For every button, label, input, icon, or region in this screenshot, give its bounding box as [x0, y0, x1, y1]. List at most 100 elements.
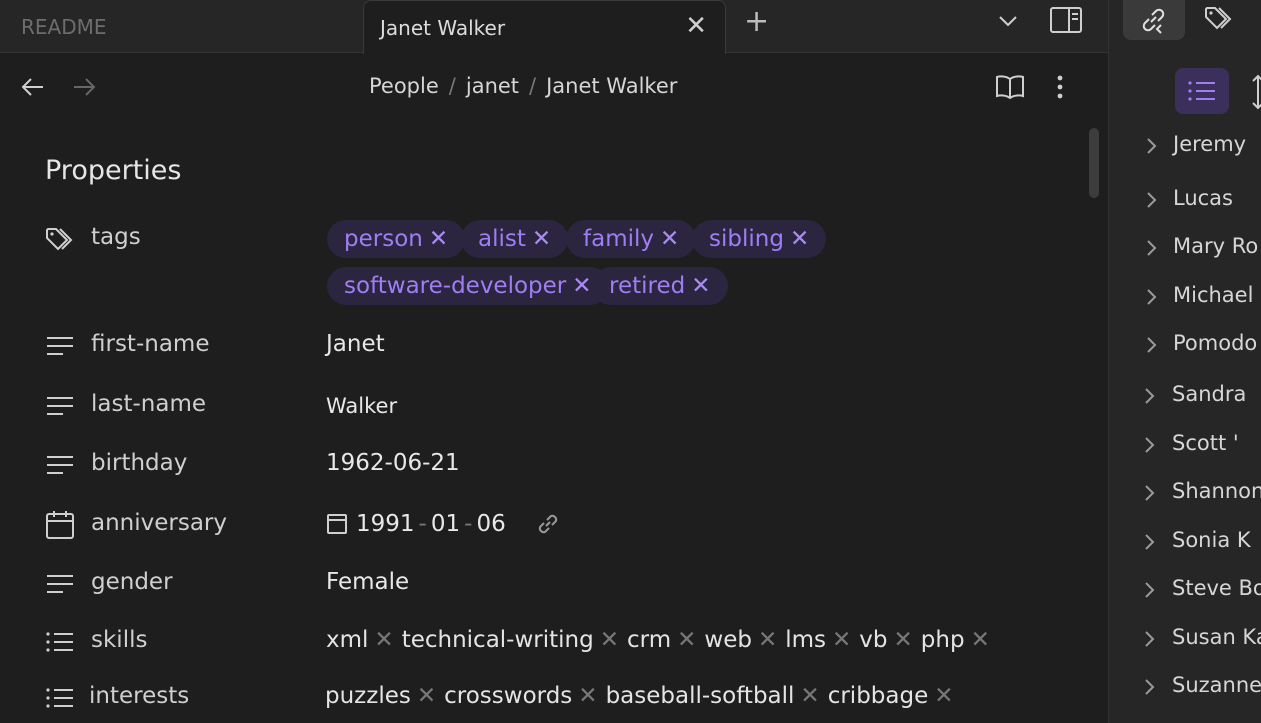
list-item[interactable]: lms: [785, 627, 826, 653]
expand-vertical-icon[interactable]: [1251, 74, 1261, 110]
list-item-label: Suzanne: [1172, 673, 1261, 697]
tab-janet-walker[interactable]: Janet Walker ✕: [363, 0, 726, 54]
date-month[interactable]: 01: [431, 511, 460, 537]
breadcrumb-item-people[interactable]: People: [369, 74, 439, 98]
backlinks-tab[interactable]: [1123, 0, 1185, 40]
remove-icon[interactable]: ✕: [600, 627, 619, 653]
breadcrumb: People / janet / Janet Walker: [369, 74, 677, 98]
calendar-icon[interactable]: [326, 512, 348, 536]
property-row-interests: interests puzzles ✕ crosswords ✕ baseball-so…: [0, 680, 1080, 720]
tag-pill[interactable]: sibling ✕: [692, 220, 827, 258]
list-item[interactable]: Pomodo: [1109, 327, 1261, 367]
breadcrumb-item-note[interactable]: Janet Walker: [546, 74, 677, 98]
list-icon: [46, 632, 73, 652]
remove-icon[interactable]: ✕: [691, 273, 710, 299]
property-key-birthday[interactable]: birthday: [91, 450, 187, 476]
remove-icon[interactable]: ✕: [417, 683, 436, 709]
property-value-anniversary[interactable]: 1991 - 01 - 06: [326, 510, 562, 538]
list-item[interactable]: Jeremy: [1109, 128, 1261, 168]
property-key-last-name[interactable]: last-name: [91, 391, 206, 417]
arrow-right-icon[interactable]: [71, 74, 97, 100]
tab-bar: README Janet Walker ✕ +: [0, 0, 1108, 54]
list-item[interactable]: Lucas: [1109, 182, 1261, 222]
list-item[interactable]: xml: [326, 627, 368, 653]
property-key-tags[interactable]: tags: [91, 224, 141, 250]
list-item[interactable]: crm: [627, 627, 671, 653]
list-item[interactable]: php: [921, 627, 965, 653]
new-tab-button[interactable]: +: [744, 4, 769, 39]
list-item-label: Steve Bo: [1172, 576, 1261, 600]
link-icon[interactable]: [534, 510, 562, 538]
tag-pill[interactable]: software-developer ✕: [327, 267, 609, 305]
list-item[interactable]: baseball-softball: [606, 683, 795, 709]
chevron-right-icon: [1147, 240, 1157, 256]
remove-icon[interactable]: ✕: [894, 627, 913, 653]
list-item[interactable]: technical-writing: [402, 627, 594, 653]
list-item[interactable]: Susan Ka: [1109, 621, 1261, 661]
date-year[interactable]: 1991: [356, 511, 415, 537]
list-item[interactable]: Sonia K: [1109, 524, 1261, 564]
breadcrumb-item-janet[interactable]: janet: [466, 74, 519, 98]
remove-icon[interactable]: ✕: [790, 226, 809, 252]
remove-icon[interactable]: ✕: [832, 627, 851, 653]
date-day[interactable]: 06: [476, 511, 505, 537]
breadcrumb-separator: /: [529, 74, 537, 98]
property-value-last-name[interactable]: Walker: [326, 394, 397, 418]
chevron-down-icon[interactable]: [995, 8, 1021, 34]
remove-icon[interactable]: ✕: [578, 683, 597, 709]
list-item[interactable]: cribbage: [828, 683, 929, 709]
property-value-gender[interactable]: Female: [326, 569, 409, 595]
sidebar-toggle-icon[interactable]: [1049, 6, 1083, 34]
property-key-anniversary[interactable]: anniversary: [91, 510, 227, 536]
property-key-gender[interactable]: gender: [91, 569, 173, 595]
tag-pill[interactable]: family ✕: [566, 220, 697, 258]
list-item[interactable]: Scott ': [1109, 427, 1261, 467]
arrow-left-icon[interactable]: [20, 74, 46, 100]
property-value-skills: xml ✕ technical-writing ✕ crm ✕ web ✕ lms ✕ vb ✕ php…: [326, 627, 998, 653]
remove-icon[interactable]: ✕: [677, 627, 696, 653]
list-item[interactable]: Suzanne: [1109, 669, 1261, 709]
remove-icon[interactable]: ✕: [660, 226, 679, 252]
remove-icon[interactable]: ✕: [800, 683, 819, 709]
list-item[interactable]: crosswords: [444, 683, 572, 709]
tag-label: person: [344, 226, 423, 252]
list-item[interactable]: Shannon: [1109, 475, 1261, 515]
property-value-birthday[interactable]: 1962-06-21: [326, 450, 460, 476]
list-item[interactable]: Sandra: [1109, 378, 1261, 418]
book-open-icon[interactable]: [995, 74, 1025, 100]
list-item[interactable]: Steve Bo: [1109, 572, 1261, 612]
list-item[interactable]: vb: [859, 627, 887, 653]
list-item[interactable]: web: [704, 627, 752, 653]
property-row-anniversary: anniversary 1991 - 01 - 06: [0, 507, 1080, 547]
chevron-right-icon: [1147, 192, 1157, 208]
list-item[interactable]: Mary Ro: [1109, 230, 1261, 270]
remove-icon[interactable]: ✕: [374, 627, 393, 653]
scrollbar[interactable]: [1089, 128, 1099, 198]
property-value-first-name[interactable]: Janet: [326, 331, 385, 357]
property-key-interests[interactable]: interests: [89, 683, 189, 709]
list-icon: [1188, 81, 1215, 101]
remove-icon[interactable]: ✕: [532, 226, 551, 252]
chevron-right-icon: [1145, 582, 1155, 598]
tag-label: retired: [609, 273, 686, 299]
list-item[interactable]: Michael: [1109, 279, 1261, 319]
tag-label: software-developer: [344, 273, 567, 299]
tag-pill[interactable]: alist ✕: [461, 220, 569, 258]
tag-pill[interactable]: person ✕: [327, 220, 466, 258]
list-view-button[interactable]: [1175, 68, 1229, 114]
close-icon[interactable]: ✕: [685, 11, 707, 41]
property-key-skills[interactable]: skills: [91, 627, 147, 653]
remove-icon[interactable]: ✕: [971, 627, 990, 653]
remove-icon[interactable]: ✕: [429, 226, 448, 252]
remove-icon[interactable]: ✕: [572, 273, 591, 299]
tag-pill[interactable]: retired ✕: [592, 267, 728, 305]
list-item[interactable]: puzzles: [325, 683, 411, 709]
more-vertical-icon[interactable]: [1050, 74, 1070, 100]
tab-readme-label: README: [21, 14, 107, 39]
property-key-first-name[interactable]: first-name: [91, 331, 209, 357]
remove-icon[interactable]: ✕: [758, 627, 777, 653]
tab-readme[interactable]: README: [0, 0, 364, 53]
remove-icon[interactable]: ✕: [934, 683, 953, 709]
tags-icon[interactable]: [1203, 4, 1237, 34]
text-lines-icon: [47, 397, 73, 415]
